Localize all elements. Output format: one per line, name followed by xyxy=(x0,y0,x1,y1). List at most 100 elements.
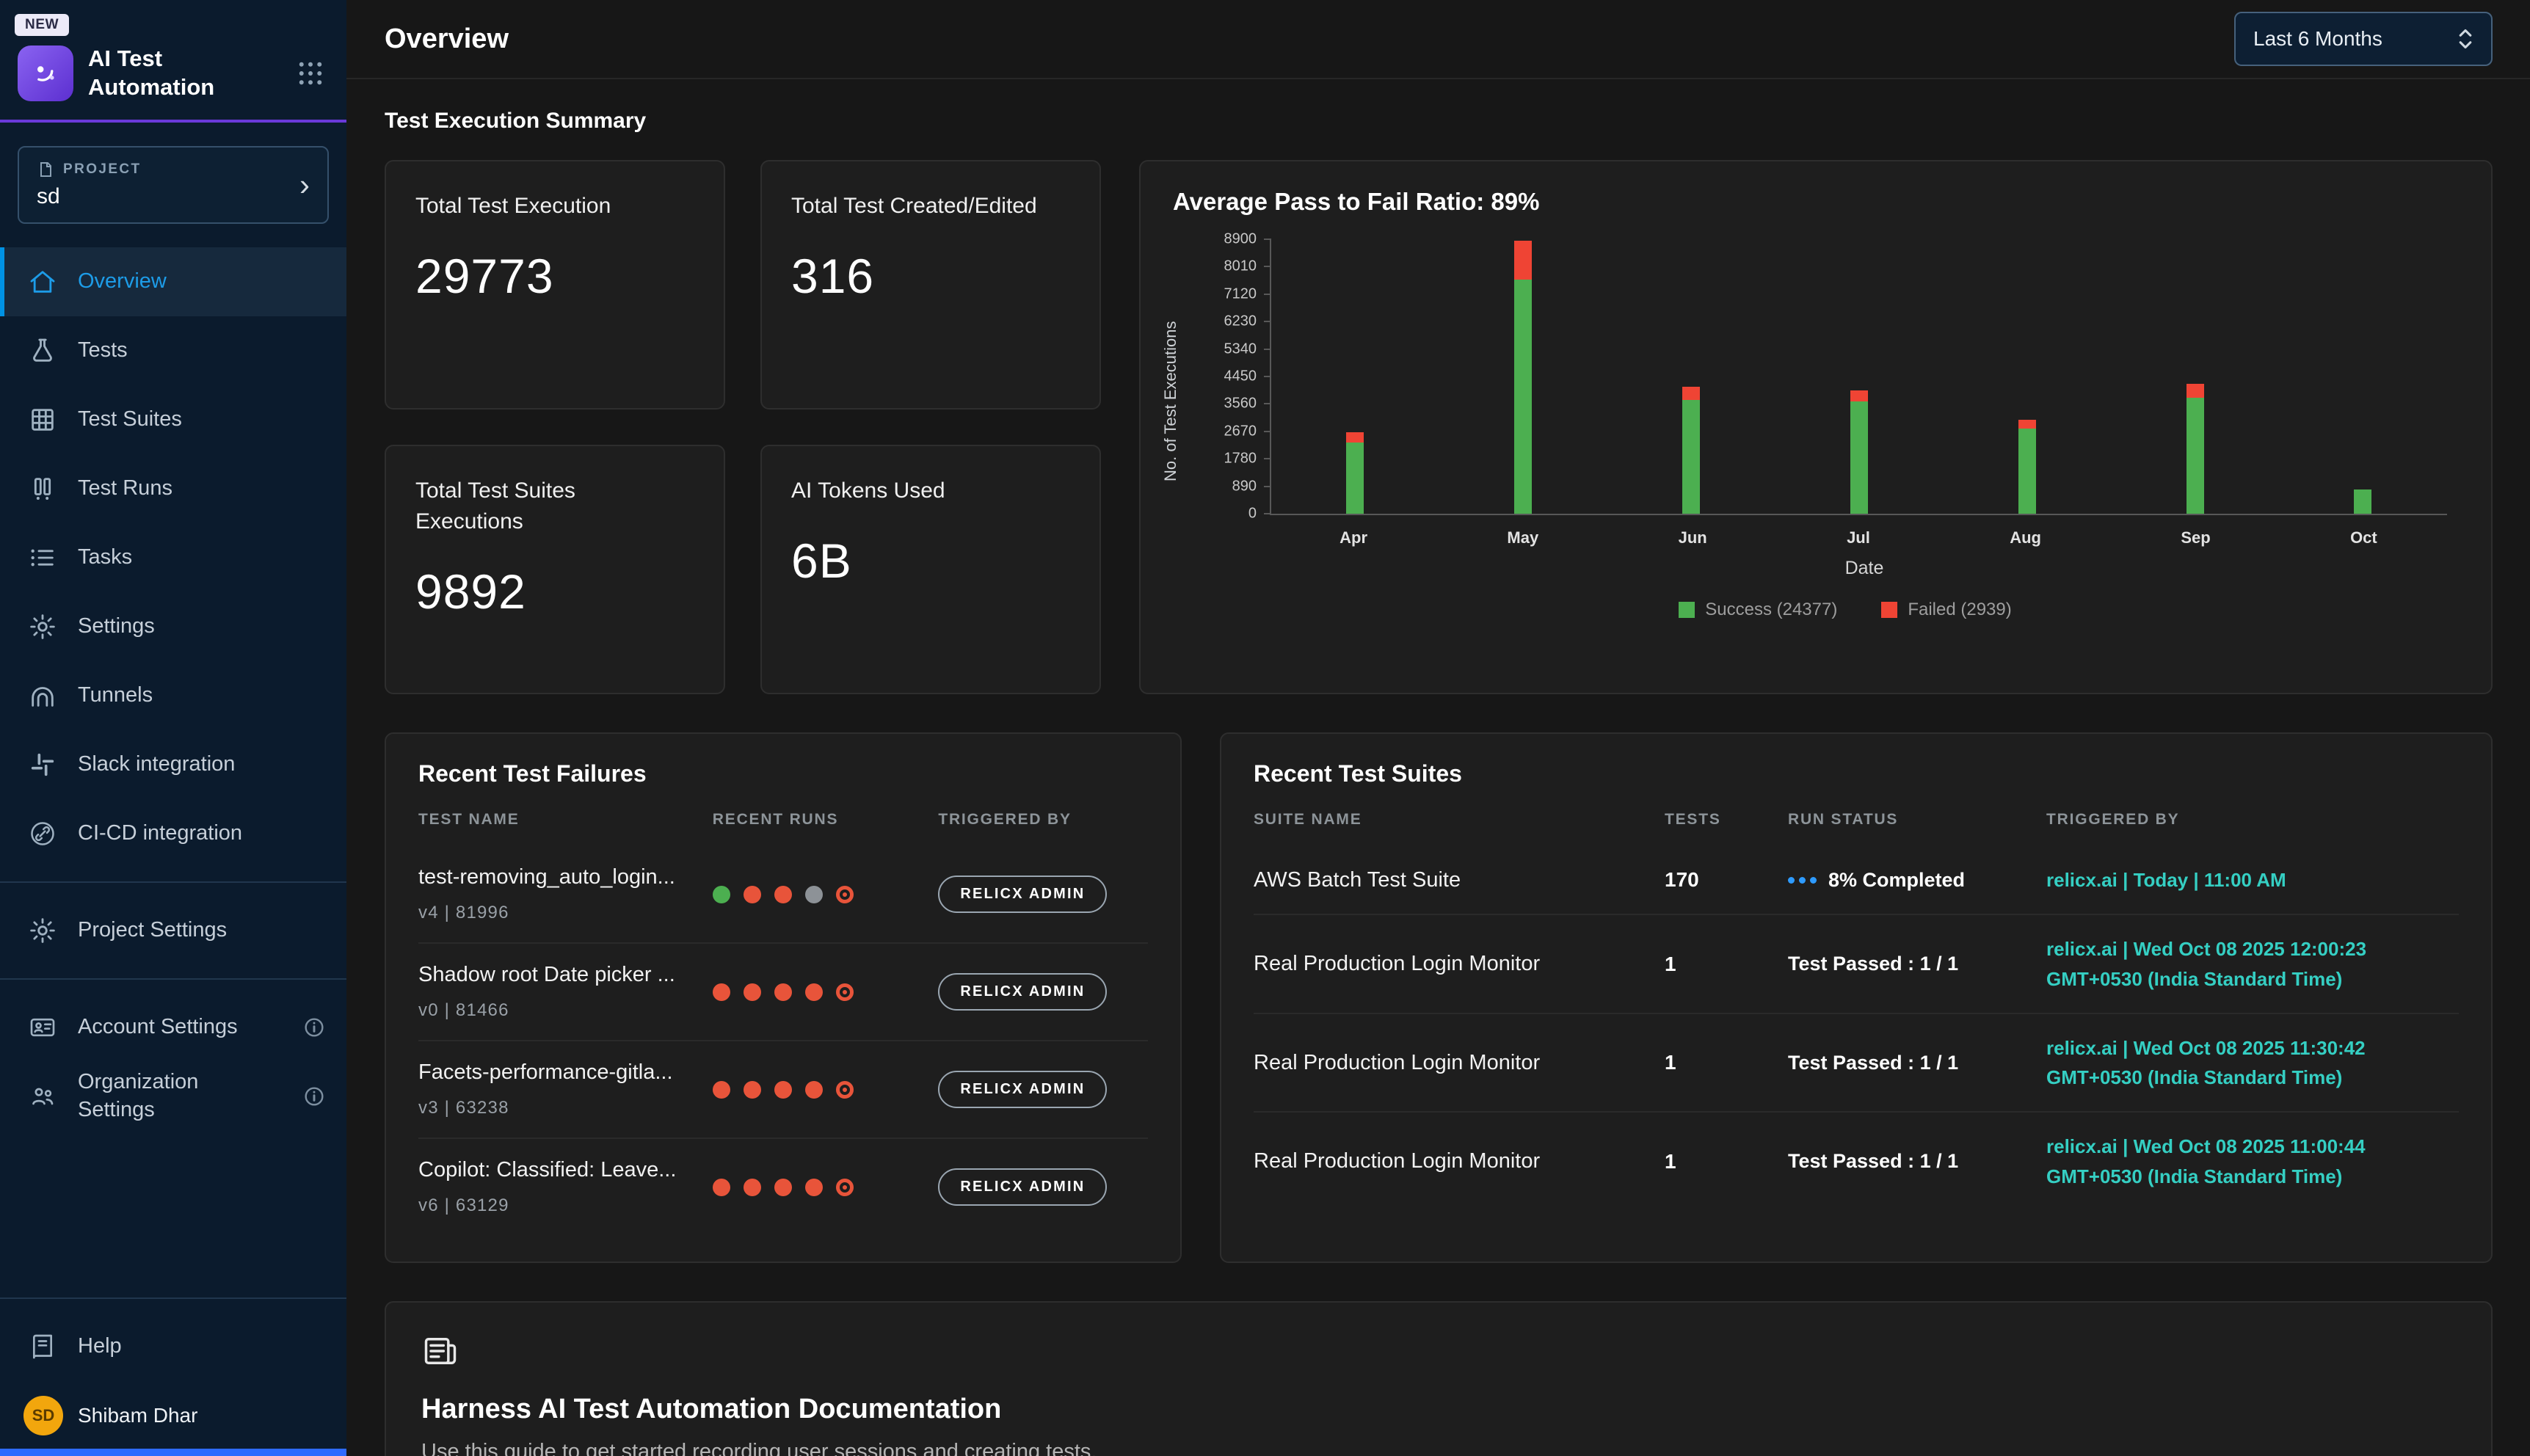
test-meta: v3 | 63238 xyxy=(418,1098,701,1118)
suite-name: Real Production Login Monitor xyxy=(1254,952,1653,976)
stat-card-total-test-created: Total Test Created/Edited 316 xyxy=(760,160,1101,410)
sidebar-item-organization-settings[interactable]: Organization Settings xyxy=(0,1062,346,1131)
test-name: Copilot: Classified: Leave... xyxy=(418,1158,701,1182)
suite-row[interactable]: AWS Batch Test Suite 170 8% Completed re… xyxy=(1254,846,2459,915)
triggered-by-button[interactable]: RELICX ADMIN xyxy=(938,973,1107,1011)
run-status-dot-red xyxy=(713,983,730,1001)
recent-runs-dots xyxy=(713,1081,927,1099)
sidebar-item-project-settings[interactable]: Project Settings xyxy=(0,896,346,965)
project-icon xyxy=(37,161,54,178)
suite-tests: 1 xyxy=(1665,1051,1776,1074)
tunnel-icon xyxy=(28,681,57,710)
sidebar-item-settings[interactable]: Settings xyxy=(0,592,346,661)
sidebar-item-help[interactable]: Help xyxy=(0,1312,346,1381)
suite-tests: 1 xyxy=(1665,953,1776,976)
run-status-dot-red xyxy=(774,1179,792,1196)
sidebar-item-test-suites[interactable]: Test Suites xyxy=(0,385,346,454)
chart-xlabels: AprMayJunJulAugSepOct xyxy=(1270,515,2447,547)
flask-icon xyxy=(28,336,57,365)
info-icon[interactable] xyxy=(302,1085,326,1108)
sidebar-item-cicd-integration[interactable]: CI-CD integration xyxy=(0,799,346,868)
nav-label: Organization Settings xyxy=(78,1069,251,1124)
sidebar-item-overview[interactable]: Overview xyxy=(0,247,346,316)
info-icon[interactable] xyxy=(302,1016,326,1039)
run-status-dot-ring xyxy=(836,983,854,1001)
sidebar-item-account-settings[interactable]: Account Settings xyxy=(0,993,346,1062)
run-status-dot-red xyxy=(713,1179,730,1196)
run-status-dot-red xyxy=(744,1081,761,1099)
slack-icon xyxy=(28,750,57,779)
project-selector[interactable]: PROJECT sd › xyxy=(18,146,329,224)
run-status: Test Passed : 1 / 1 xyxy=(1788,953,1958,975)
col-triggered-by: TRIGGERED BY xyxy=(2046,811,2459,829)
col-run-status: RUN STATUS xyxy=(1788,811,2035,829)
project-label: PROJECT xyxy=(63,161,142,178)
sidebar-item-tests[interactable]: Tests xyxy=(0,316,346,385)
run-status-dot-red xyxy=(744,886,761,903)
nav-label: Help xyxy=(78,1333,122,1361)
docs-title: Harness AI Test Automation Documentation xyxy=(421,1394,2456,1425)
test-meta: v6 | 63129 xyxy=(418,1195,701,1216)
sidebar-bottom: Help SD Shibam Dhar xyxy=(0,1284,346,1456)
run-status-dot-red xyxy=(774,983,792,1001)
run-status: Test Passed : 1 / 1 xyxy=(1788,1052,1958,1074)
suite-tests: 1 xyxy=(1665,1150,1776,1173)
chevron-right-icon: › xyxy=(299,170,310,200)
nav-label: Tasks xyxy=(78,544,132,572)
test-name: Shadow root Date picker ... xyxy=(418,963,701,987)
user-menu[interactable]: SD Shibam Dhar xyxy=(0,1381,346,1456)
link-icon xyxy=(28,819,57,848)
failure-row[interactable]: Copilot: Classified: Leave... v6 | 63129… xyxy=(418,1139,1148,1235)
failure-row[interactable]: Facets-performance-gitla... v3 | 63238 R… xyxy=(418,1041,1148,1139)
chart-title: Average Pass to Fail Ratio: 89% xyxy=(1173,188,2459,216)
stat-label: Total Test Created/Edited xyxy=(791,191,1070,222)
suite-row[interactable]: Real Production Login Monitor 1 Test Pas… xyxy=(1254,915,2459,1014)
recent-test-failures-card: Recent Test Failures TEST NAME RECENT RU… xyxy=(385,732,1182,1263)
apps-grid-icon[interactable] xyxy=(295,58,326,89)
suite-name: Real Production Login Monitor xyxy=(1254,1149,1653,1173)
triggered-by-button[interactable]: RELICX ADMIN xyxy=(938,876,1107,913)
stat-card-suite-executions: Total Test Suites Executions 9892 xyxy=(385,445,725,694)
failures-title: Recent Test Failures xyxy=(418,760,1148,787)
time-range-select[interactable]: Last 6 Months xyxy=(2234,12,2493,66)
stat-card-total-test-execution: Total Test Execution 29773 xyxy=(385,160,725,410)
sidebar-item-test-runs[interactable]: Test Runs xyxy=(0,454,346,523)
time-range-value: Last 6 Months xyxy=(2253,27,2382,51)
sidebar-item-slack-integration[interactable]: Slack integration xyxy=(0,730,346,799)
suite-name: AWS Batch Test Suite xyxy=(1254,868,1653,892)
docs-description: Use this guide to get started recording … xyxy=(421,1440,2456,1456)
chart-x-axis-label: Date xyxy=(1270,558,2459,579)
run-status-dot-ring xyxy=(836,1081,854,1099)
sidebar-scrollbar[interactable] xyxy=(0,1449,346,1456)
triggered-by-button[interactable]: RELICX ADMIN xyxy=(938,1168,1107,1206)
test-name: test-removing_auto_login... xyxy=(418,865,701,889)
sidebar-item-tasks[interactable]: Tasks xyxy=(0,523,346,592)
progress-dots-icon xyxy=(1788,877,1817,884)
list-icon xyxy=(28,543,57,572)
divider xyxy=(0,978,346,980)
run-status-dot-red xyxy=(805,1179,823,1196)
test-meta: v4 | 81996 xyxy=(418,903,701,923)
stat-label: AI Tokens Used xyxy=(791,476,1070,506)
chart-bars xyxy=(1271,239,2447,514)
run-status-dot-red xyxy=(805,983,823,1001)
nav-label: Overview xyxy=(78,268,167,296)
documentation-card: Harness AI Test Automation Documentation… xyxy=(385,1301,2493,1456)
failure-row[interactable]: test-removing_auto_login... v4 | 81996 R… xyxy=(418,846,1148,944)
content-area: Test Execution Summary Total Test Execut… xyxy=(346,79,2530,1456)
news-doc-icon xyxy=(421,1332,459,1370)
triggered-by-text: relicx.ai | Today | 11:00 AM xyxy=(2046,865,2459,895)
sidebar-item-tunnels[interactable]: Tunnels xyxy=(0,661,346,730)
test-meta: v0 | 81466 xyxy=(418,1000,701,1021)
triggered-by-button[interactable]: RELICX ADMIN xyxy=(938,1071,1107,1108)
sidebar-nav: Overview Tests Test Suites Test Runs xyxy=(0,247,346,868)
suite-tests: 170 xyxy=(1665,868,1776,892)
suite-row[interactable]: Real Production Login Monitor 1 Test Pas… xyxy=(1254,1113,2459,1210)
nav-label: Slack integration xyxy=(78,751,235,779)
suite-row[interactable]: Real Production Login Monitor 1 Test Pas… xyxy=(1254,1014,2459,1113)
failure-row[interactable]: Shadow root Date picker ... v0 | 81466 R… xyxy=(418,944,1148,1041)
stat-value: 29773 xyxy=(415,248,694,304)
gear-icon xyxy=(28,612,57,641)
run-status: Test Passed : 1 / 1 xyxy=(1788,1150,1958,1173)
run-status-dot-red xyxy=(744,1179,761,1196)
